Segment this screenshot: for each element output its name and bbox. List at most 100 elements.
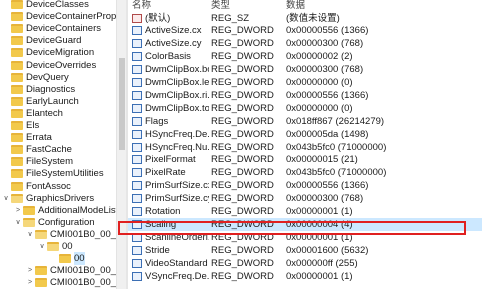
value-row[interactable]: ColorBasis REG_DWORD 0x00000002 (2) bbox=[128, 50, 482, 63]
value-row[interactable]: DwmClipBox.ri... REG_DWORD 0x00000556 (136… bbox=[128, 89, 482, 102]
tree-item-label: GraphicsDrivers bbox=[26, 192, 95, 204]
tree-item[interactable]: > CMI001B0_00_0 bbox=[26, 276, 116, 289]
folder-open-icon bbox=[11, 193, 23, 203]
tree-item[interactable]: DeviceGuard bbox=[2, 34, 81, 47]
value-data: 0x00000001 (1) bbox=[286, 206, 353, 217]
value-type: REG_DWORD bbox=[211, 257, 274, 269]
value-name: VSyncFreq.De... bbox=[145, 270, 209, 282]
chevron-down-icon[interactable]: ∨ bbox=[38, 240, 46, 253]
value-data: 0x000000ff (255) bbox=[286, 257, 358, 269]
tree-item[interactable]: DeviceContainerPrope bbox=[2, 10, 116, 23]
folder-icon bbox=[35, 278, 47, 288]
chevron-down-icon[interactable]: ∨ bbox=[14, 216, 22, 229]
value-row[interactable]: Flags REG_DWORD 0x018ff867 (26214279) bbox=[128, 115, 482, 128]
value-row[interactable]: HSyncFreq.De... REG_DWORD 0x000005da (1498… bbox=[128, 128, 482, 141]
value-data: 0x00000300 (768) bbox=[286, 193, 364, 205]
value-row[interactable]: VSyncFreq.De... REG_DWORD 0x00000001 (1) bbox=[128, 270, 482, 283]
binary-value-icon bbox=[132, 78, 142, 87]
tree-item[interactable]: ∨ GraphicsDrivers bbox=[2, 192, 94, 205]
value-row[interactable]: PrimSurfSize.cy REG_DWORD 0x00000300 (768) bbox=[128, 192, 482, 205]
tree-item[interactable]: FontAssoc bbox=[2, 180, 71, 193]
chevron-right-icon[interactable]: > bbox=[14, 204, 22, 217]
value-type: REG_DWORD bbox=[211, 206, 274, 217]
value-name: HSyncFreq.Nu... bbox=[145, 141, 209, 153]
column-header-data[interactable]: 数据 bbox=[286, 0, 305, 11]
value-row[interactable]: DwmClipBox.left REG_DWORD 0x00000000 (0) bbox=[128, 76, 482, 89]
scrollbar-thumb[interactable] bbox=[119, 58, 125, 150]
folder-icon bbox=[11, 96, 23, 106]
binary-value-icon bbox=[132, 245, 142, 255]
value-name: HSyncFreq.De... bbox=[145, 128, 209, 140]
tree-item-label: FontAssoc bbox=[26, 180, 71, 192]
tree-item-label: CMI001B0_00_0 bbox=[50, 265, 116, 277]
tree-item-label: EarlyLaunch bbox=[26, 95, 79, 107]
value-row[interactable]: VideoStandard REG_DWORD 0x000000ff (255) bbox=[128, 257, 482, 270]
value-row[interactable]: Rotation REG_DWORD 0x00000001 (1) bbox=[128, 205, 482, 218]
tree-item-label: DeviceOverrides bbox=[26, 59, 97, 71]
chevron-down-icon[interactable]: ∨ bbox=[26, 228, 34, 241]
tree-item[interactable]: Diagnostics bbox=[2, 83, 75, 96]
values-pane: 名称 类型 数据 (默认) REG_SZ (数值未设置) ActiveSize.cx R… bbox=[128, 0, 482, 289]
tree-item[interactable]: ∨ 00 bbox=[38, 240, 72, 253]
value-data: 0x00000001 (1) bbox=[286, 231, 353, 243]
binary-value-icon bbox=[132, 116, 142, 126]
value-name: ActiveSize.cy bbox=[145, 38, 202, 50]
value-row[interactable]: ActiveSize.cx REG_DWORD 0x00000556 (1366) bbox=[128, 24, 482, 37]
folder-icon bbox=[11, 36, 23, 46]
value-type: REG_DWORD bbox=[211, 167, 274, 179]
chevron-right-icon[interactable]: > bbox=[26, 276, 34, 289]
binary-value-icon bbox=[132, 258, 142, 268]
value-row[interactable]: PixelRate REG_DWORD 0x043b5fc0 (71000000) bbox=[128, 166, 482, 179]
value-row[interactable]: PixelFormat REG_DWORD 0x00000015 (21) bbox=[128, 153, 482, 166]
value-row[interactable]: ScanlineOrderi... REG_DWORD 0x00000001 (1) bbox=[128, 231, 482, 244]
value-row[interactable]: Stride REG_DWORD 0x00001600 (5632) bbox=[128, 244, 482, 257]
value-name: PixelFormat bbox=[145, 154, 196, 166]
tree-item[interactable]: DeviceContainers bbox=[2, 22, 101, 35]
binary-value-icon bbox=[132, 232, 142, 242]
tree-item[interactable]: > CMI001B0_00_0 bbox=[26, 264, 116, 277]
value-type: REG_SZ bbox=[211, 12, 250, 24]
tree-item[interactable]: DeviceOverrides bbox=[2, 59, 96, 72]
column-header-type[interactable]: 类型 bbox=[211, 0, 230, 11]
value-row[interactable]: DwmClipBox.bo...REG_DWORD 0x00000300 (768… bbox=[128, 63, 482, 76]
chevron-down-icon[interactable]: ∨ bbox=[2, 192, 10, 205]
binary-value-icon bbox=[132, 26, 142, 36]
tree-item[interactable]: FileSystem bbox=[2, 155, 73, 168]
binary-value-icon bbox=[132, 155, 142, 165]
tree-item[interactable]: DeviceMigration bbox=[2, 46, 94, 59]
tree-item[interactable]: Elantech bbox=[2, 107, 63, 120]
value-row[interactable]: DwmClipBox.top REG_DWORD 0x00000000 (0) bbox=[128, 102, 482, 115]
value-row[interactable]: Scaling REG_DWORD 0x00000004 (4) bbox=[128, 217, 482, 231]
column-header-name[interactable]: 名称 bbox=[132, 0, 151, 11]
value-type: REG_DWORD bbox=[211, 218, 274, 230]
value-row[interactable]: PrimSurfSize.cx REG_DWORD 0x00000556 (1366… bbox=[128, 179, 482, 192]
tree-item[interactable]: EarlyLaunch bbox=[2, 95, 79, 108]
tree-item[interactable]: ∨ Configuration bbox=[14, 216, 94, 229]
value-row[interactable]: ActiveSize.cy REG_DWORD 0x00000300 (768) bbox=[128, 37, 482, 50]
value-type: REG_DWORD bbox=[211, 270, 274, 282]
value-type: REG_DWORD bbox=[211, 77, 274, 88]
folder-icon bbox=[35, 266, 47, 276]
tree-item[interactable]: FileSystemUtilities bbox=[2, 167, 104, 180]
tree-item[interactable]: ∨ CMI001B0_00_0 bbox=[26, 228, 116, 241]
tree-item[interactable]: FastCache bbox=[2, 143, 72, 156]
tree-item[interactable]: Errata bbox=[2, 131, 52, 144]
value-data: 0x00000015 (21) bbox=[286, 154, 358, 166]
value-type: REG_DWORD bbox=[211, 89, 274, 101]
value-data: 0x00000000 (0) bbox=[286, 77, 353, 88]
tree-item[interactable]: > AdditionalModeList bbox=[14, 204, 116, 217]
tree-item[interactable]: 00 bbox=[50, 252, 85, 266]
tree-item-label: FileSystem bbox=[26, 156, 73, 168]
tree-item-label: Els bbox=[26, 120, 40, 131]
tree-item[interactable]: DevQuery bbox=[2, 71, 69, 84]
folder-icon bbox=[11, 0, 23, 9]
value-row[interactable]: HSyncFreq.Nu... REG_DWORD 0x043b5fc0 (7100… bbox=[128, 141, 482, 154]
chevron-right-icon[interactable]: > bbox=[26, 264, 34, 277]
tree-item-label: DeviceContainers bbox=[26, 23, 101, 35]
folder-open-icon bbox=[47, 242, 59, 251]
value-row[interactable]: (默认) REG_SZ (数值未设置) bbox=[128, 12, 482, 25]
value-data: 0x00000000 (0) bbox=[286, 102, 353, 114]
tree-item[interactable]: Els bbox=[2, 119, 39, 132]
value-type: REG_DWORD bbox=[211, 51, 274, 63]
tree-item-label: DevQuery bbox=[26, 71, 69, 83]
